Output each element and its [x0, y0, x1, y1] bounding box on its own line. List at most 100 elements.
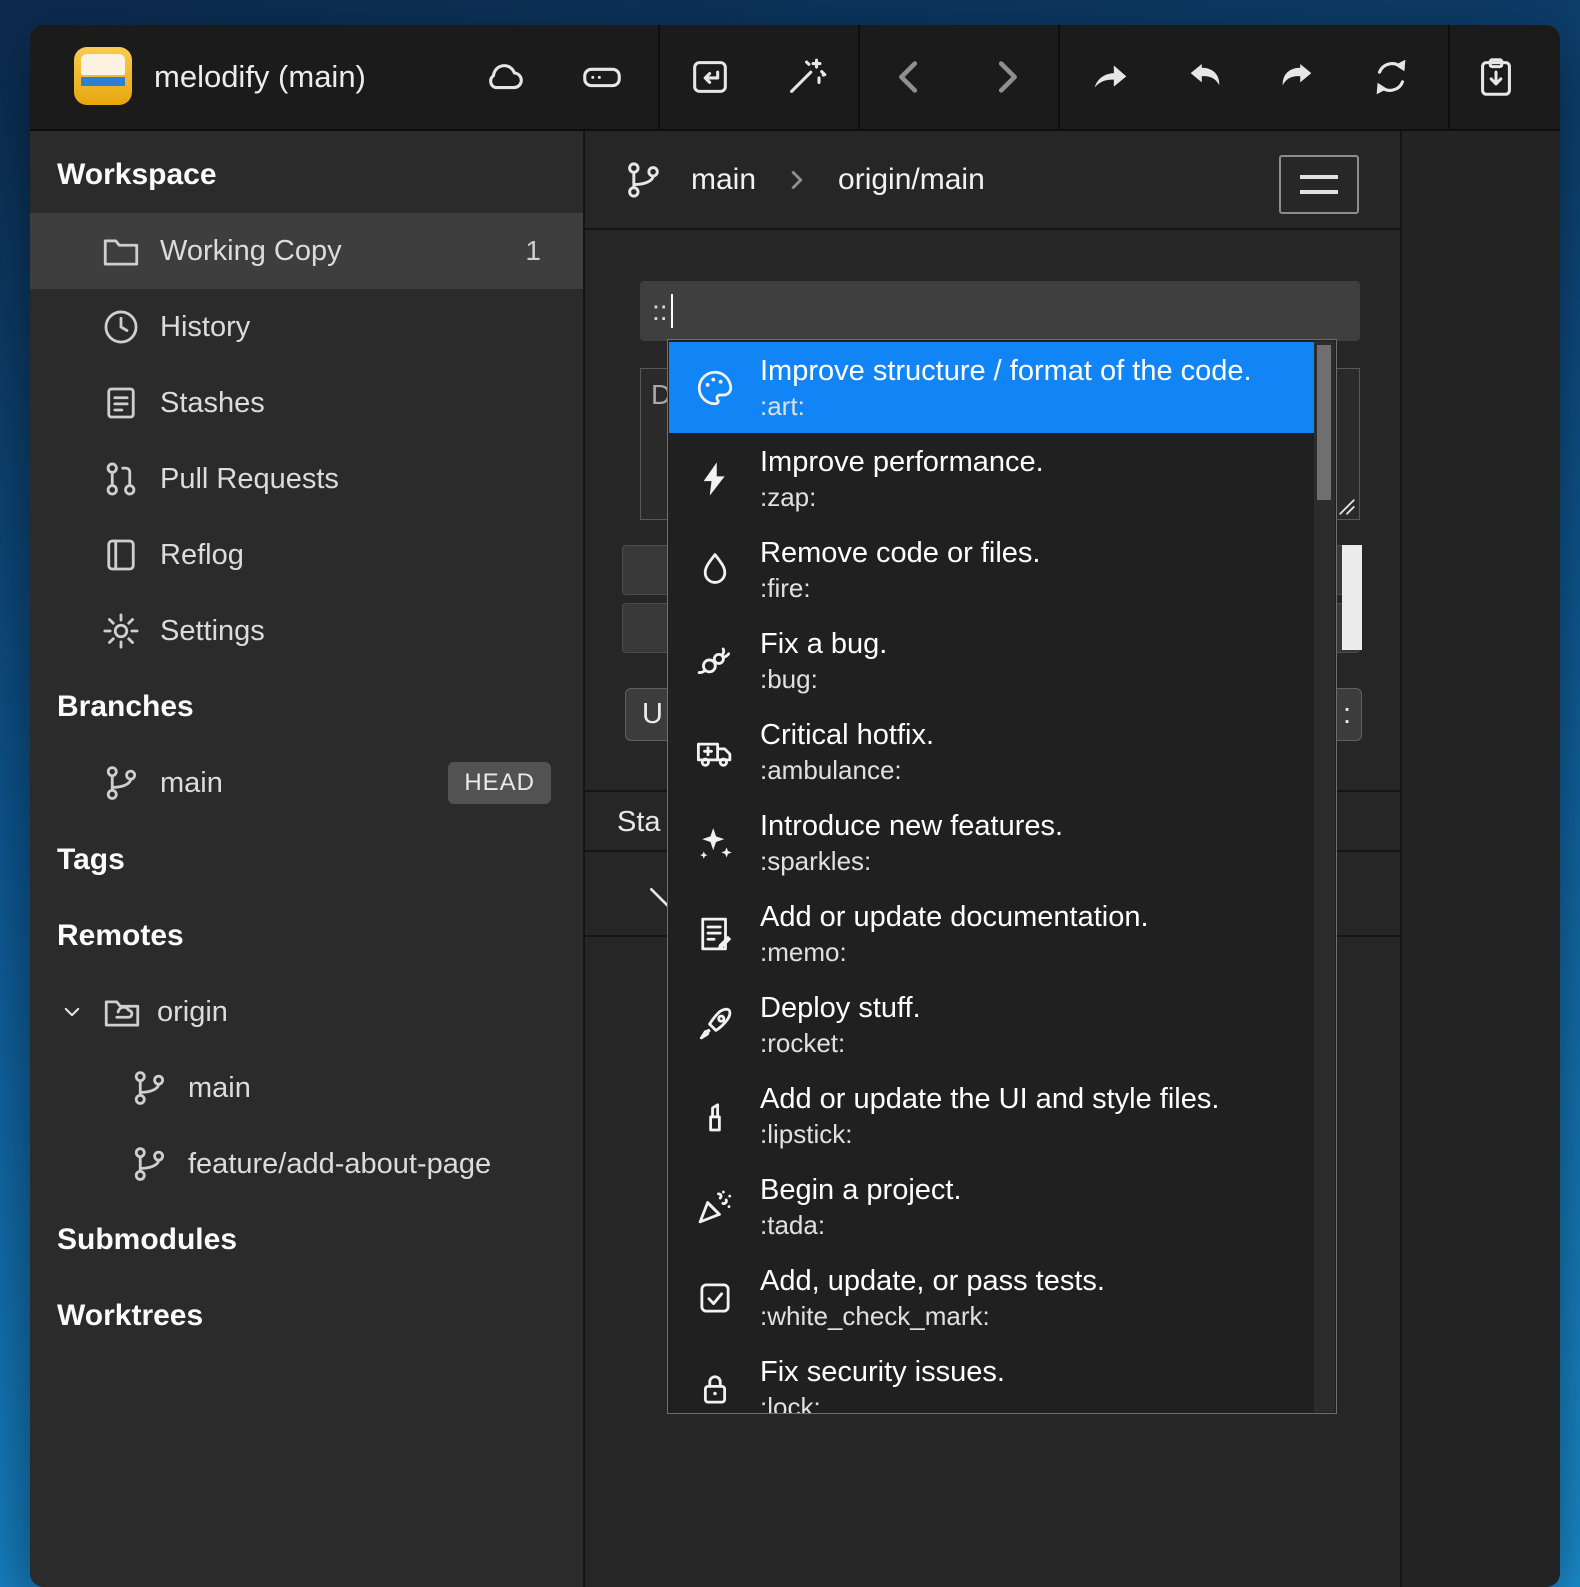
commit-summary-input[interactable]: ::	[640, 281, 1360, 341]
gitmoji-option-fire[interactable]: Remove code or files.:fire:	[669, 524, 1314, 615]
sidebar-item-settings[interactable]: Settings	[30, 593, 583, 669]
sidebar-item-label: Stashes	[160, 387, 265, 420]
gitmoji-label: Introduce new features.	[760, 808, 1063, 845]
sidebar-item-label: Working Copy	[160, 235, 342, 268]
right-pane	[1402, 131, 1560, 1587]
sidebar-header-worktrees[interactable]: Worktrees	[30, 1278, 583, 1354]
dropdown-scrollbar-thumb[interactable]	[1317, 345, 1331, 500]
stash-note-icon	[100, 382, 142, 424]
app-window: melodify (main)	[30, 25, 1560, 1587]
sidebar-item-stashes[interactable]: Stashes	[30, 365, 583, 441]
lipstick-icon	[694, 1095, 736, 1137]
branch-icon	[621, 158, 665, 202]
gitmoji-label: Fix a bug.	[760, 626, 887, 663]
redo-icon[interactable]	[1271, 52, 1321, 102]
upstream-branch-label[interactable]: origin/main	[838, 163, 985, 197]
back-icon[interactable]	[885, 52, 935, 102]
sidebar-header-branches[interactable]: Branches	[30, 669, 583, 745]
sidebar-item-remote-origin[interactable]: origin	[30, 974, 583, 1050]
chevron-right-icon	[782, 165, 812, 195]
gitmoji-code: :zap:	[760, 481, 1044, 514]
sidebar-header-tags[interactable]: Tags	[30, 822, 583, 898]
cloud-icon[interactable]	[480, 52, 530, 102]
drive-icon[interactable]	[577, 52, 627, 102]
clipboard-download-icon[interactable]	[1471, 52, 1521, 102]
sidebar-header-workspace[interactable]: Workspace	[30, 137, 583, 213]
gitmoji-option-white-check-mark[interactable]: Add, update, or pass tests.:white_check_…	[669, 1252, 1314, 1343]
branch-icon	[100, 762, 142, 804]
working-copy-count-badge: 1	[525, 235, 541, 267]
zap-icon	[694, 458, 736, 500]
current-branch-label[interactable]: main	[691, 163, 756, 197]
sidebar-item-label: main	[188, 1072, 251, 1105]
sidebar-item-label: Settings	[160, 615, 265, 648]
window-title: melodify (main)	[154, 25, 366, 129]
branch-icon	[128, 1143, 170, 1185]
gitmoji-label: Fix security issues.	[760, 1354, 1005, 1391]
sparkles-icon	[694, 822, 736, 864]
hamburger-icon	[1300, 190, 1338, 194]
sidebar-header-remotes[interactable]: Remotes	[30, 898, 583, 974]
gitmoji-option-sparkles[interactable]: Introduce new features.:sparkles:	[669, 797, 1314, 888]
journal-icon	[100, 534, 142, 576]
sidebar-header-submodules[interactable]: Submodules	[30, 1202, 583, 1278]
branch-bar: main origin/main	[585, 131, 1400, 230]
gitmoji-code: :bug:	[760, 663, 887, 696]
sidebar: Workspace Working Copy 1 History Stashes…	[30, 131, 583, 1587]
gitmoji-code: :rocket:	[760, 1027, 921, 1060]
gitmoji-option-zap[interactable]: Improve performance.:zap:	[669, 433, 1314, 524]
sidebar-item-reflog[interactable]: Reflog	[30, 517, 583, 593]
share-icon[interactable]	[1085, 52, 1135, 102]
gitmoji-option-lock[interactable]: Fix security issues.:lock:	[669, 1343, 1314, 1414]
pull-request-icon	[100, 458, 142, 500]
sidebar-item-branch-main[interactable]: main HEAD	[30, 745, 583, 821]
gitmoji-option-bug[interactable]: Fix a bug.:bug:	[669, 615, 1314, 706]
chevron-down-icon[interactable]	[57, 997, 87, 1027]
titlebar: melodify (main)	[30, 25, 1560, 131]
sidebar-item-label: History	[160, 311, 250, 344]
sidebar-item-label: Reflog	[160, 539, 244, 572]
magic-wand-icon[interactable]	[781, 52, 831, 102]
gitmoji-code: :art:	[760, 390, 1252, 423]
gitmoji-option-art[interactable]: Improve structure / format of the code.:…	[669, 342, 1314, 433]
memo-icon	[694, 913, 736, 955]
resize-grip-icon[interactable]	[1338, 498, 1356, 516]
fire-icon	[694, 549, 736, 591]
sidebar-item-working-copy[interactable]: Working Copy 1	[30, 213, 583, 289]
hamburger-icon	[1300, 175, 1338, 179]
menu-button[interactable]	[1279, 155, 1359, 214]
open-repo-icon[interactable]	[685, 52, 735, 102]
gitmoji-code: :ambulance:	[760, 754, 934, 787]
gitmoji-option-rocket[interactable]: Deploy stuff.:rocket:	[669, 979, 1314, 1070]
gitmoji-option-lipstick[interactable]: Add or update the UI and style files.:li…	[669, 1070, 1314, 1161]
gitmoji-label: Add or update documentation.	[760, 899, 1149, 936]
scrollbar-stub[interactable]	[1342, 545, 1362, 650]
staged-files-header: Sta	[617, 797, 661, 847]
sidebar-item-history[interactable]: History	[30, 289, 583, 365]
lock-icon	[694, 1368, 736, 1410]
gitmoji-label: Critical hotfix.	[760, 717, 934, 754]
gitmoji-option-memo[interactable]: Add or update documentation.:memo:	[669, 888, 1314, 979]
gitmoji-label: Begin a project.	[760, 1172, 962, 1209]
gitmoji-code: :sparkles:	[760, 845, 1063, 878]
sidebar-item-label: Pull Requests	[160, 463, 339, 496]
gitmoji-code: :tada:	[760, 1209, 962, 1242]
gitmoji-option-ambulance[interactable]: Critical hotfix.:ambulance:	[669, 706, 1314, 797]
gitmoji-label: Deploy stuff.	[760, 990, 921, 1027]
ambulance-icon	[694, 731, 736, 773]
gitmoji-label: Add, update, or pass tests.	[760, 1263, 1105, 1300]
sidebar-item-label: origin	[157, 996, 228, 1029]
palette-icon	[694, 367, 736, 409]
sidebar-item-origin-feature-branch[interactable]: feature/add-about-page	[30, 1126, 583, 1202]
gitmoji-code: :lock:	[760, 1391, 1005, 1415]
gitmoji-option-tada[interactable]: Begin a project.:tada:	[669, 1161, 1314, 1252]
gitmoji-dropdown: Improve structure / format of the code.:…	[667, 339, 1337, 1414]
sidebar-item-pull-requests[interactable]: Pull Requests	[30, 441, 583, 517]
bug-icon	[694, 640, 736, 682]
forward-icon[interactable]	[981, 52, 1031, 102]
sidebar-item-origin-main[interactable]: main	[30, 1050, 583, 1126]
undo-icon[interactable]	[1181, 52, 1231, 102]
sidebar-item-label: feature/add-about-page	[188, 1148, 491, 1181]
sync-icon[interactable]	[1366, 52, 1416, 102]
dropdown-scrollbar-track[interactable]	[1314, 341, 1335, 1412]
